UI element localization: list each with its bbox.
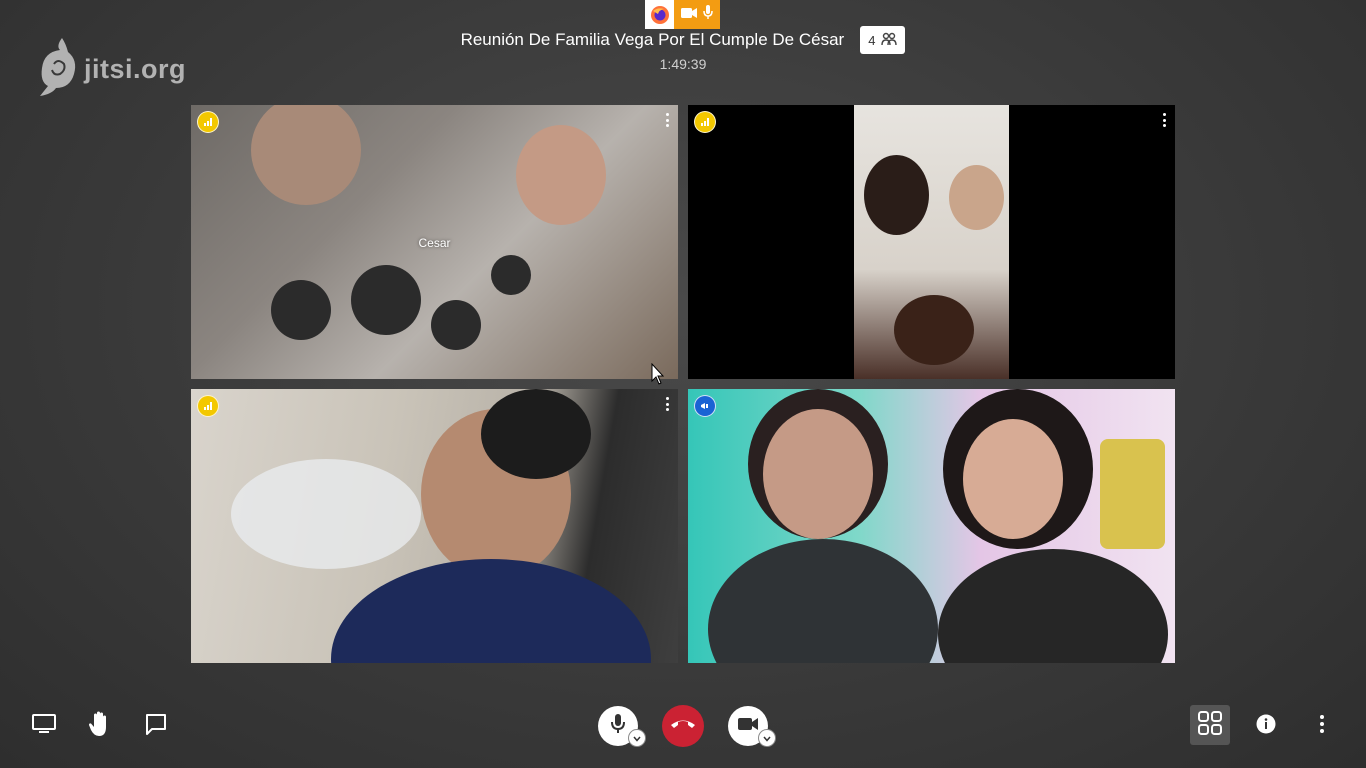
conference-timer: 1:49:39 bbox=[659, 56, 707, 72]
info-icon bbox=[1256, 714, 1276, 739]
meeting-subject: Reunión De Familia Vega Por El Cumple De… bbox=[460, 30, 845, 49]
raise-hand-icon bbox=[88, 711, 112, 742]
video-settings-chevron[interactable] bbox=[758, 729, 776, 747]
tile-view-icon bbox=[1197, 710, 1223, 741]
chevron-down-icon bbox=[633, 729, 641, 747]
participant-tile[interactable]: Cesar bbox=[191, 105, 678, 379]
camera-icon bbox=[737, 716, 759, 737]
hangup-icon bbox=[670, 717, 696, 735]
screen-share-icon bbox=[32, 713, 56, 739]
tile-menu-button[interactable] bbox=[662, 113, 672, 127]
connection-indicator[interactable] bbox=[694, 111, 716, 133]
more-options-button[interactable] bbox=[1304, 708, 1340, 744]
participants-icon bbox=[881, 32, 898, 49]
microphone-sharing-icon bbox=[703, 5, 714, 24]
chat-icon bbox=[145, 713, 167, 740]
participant-tile[interactable] bbox=[191, 389, 678, 663]
participant-name: Cesar bbox=[418, 236, 451, 250]
participant-count-badge[interactable]: 4 bbox=[860, 26, 906, 54]
participant-count: 4 bbox=[868, 32, 876, 48]
tile-menu-button[interactable] bbox=[1159, 113, 1169, 127]
chat-button[interactable] bbox=[138, 708, 174, 744]
participant-video bbox=[191, 389, 678, 663]
raise-hand-button[interactable] bbox=[82, 708, 118, 744]
screen-share-button[interactable] bbox=[26, 708, 62, 744]
info-button[interactable] bbox=[1248, 708, 1284, 744]
more-options-icon bbox=[1319, 714, 1325, 739]
connection-indicator[interactable] bbox=[694, 395, 716, 417]
conference-header: Reunión De Familia Vega Por El Cumple De… bbox=[0, 26, 1366, 54]
participant-video bbox=[854, 105, 1009, 379]
chevron-down-icon bbox=[763, 729, 771, 747]
connection-indicator[interactable] bbox=[197, 395, 219, 417]
firefox-icon bbox=[645, 0, 674, 29]
audio-settings-chevron[interactable] bbox=[628, 729, 646, 747]
connection-indicator[interactable] bbox=[197, 111, 219, 133]
tile-menu-button[interactable] bbox=[662, 397, 672, 411]
camera-sharing-icon bbox=[680, 6, 697, 24]
sharing-indicator bbox=[645, 0, 720, 29]
participant-tile[interactable] bbox=[688, 105, 1175, 379]
hangup-button[interactable] bbox=[662, 705, 704, 747]
participant-tile-active-speaker[interactable] bbox=[688, 389, 1175, 663]
participant-video bbox=[688, 389, 1175, 663]
tile-view-button[interactable] bbox=[1190, 705, 1230, 745]
microphone-icon bbox=[610, 713, 626, 740]
mouse-cursor-icon bbox=[651, 362, 665, 390]
